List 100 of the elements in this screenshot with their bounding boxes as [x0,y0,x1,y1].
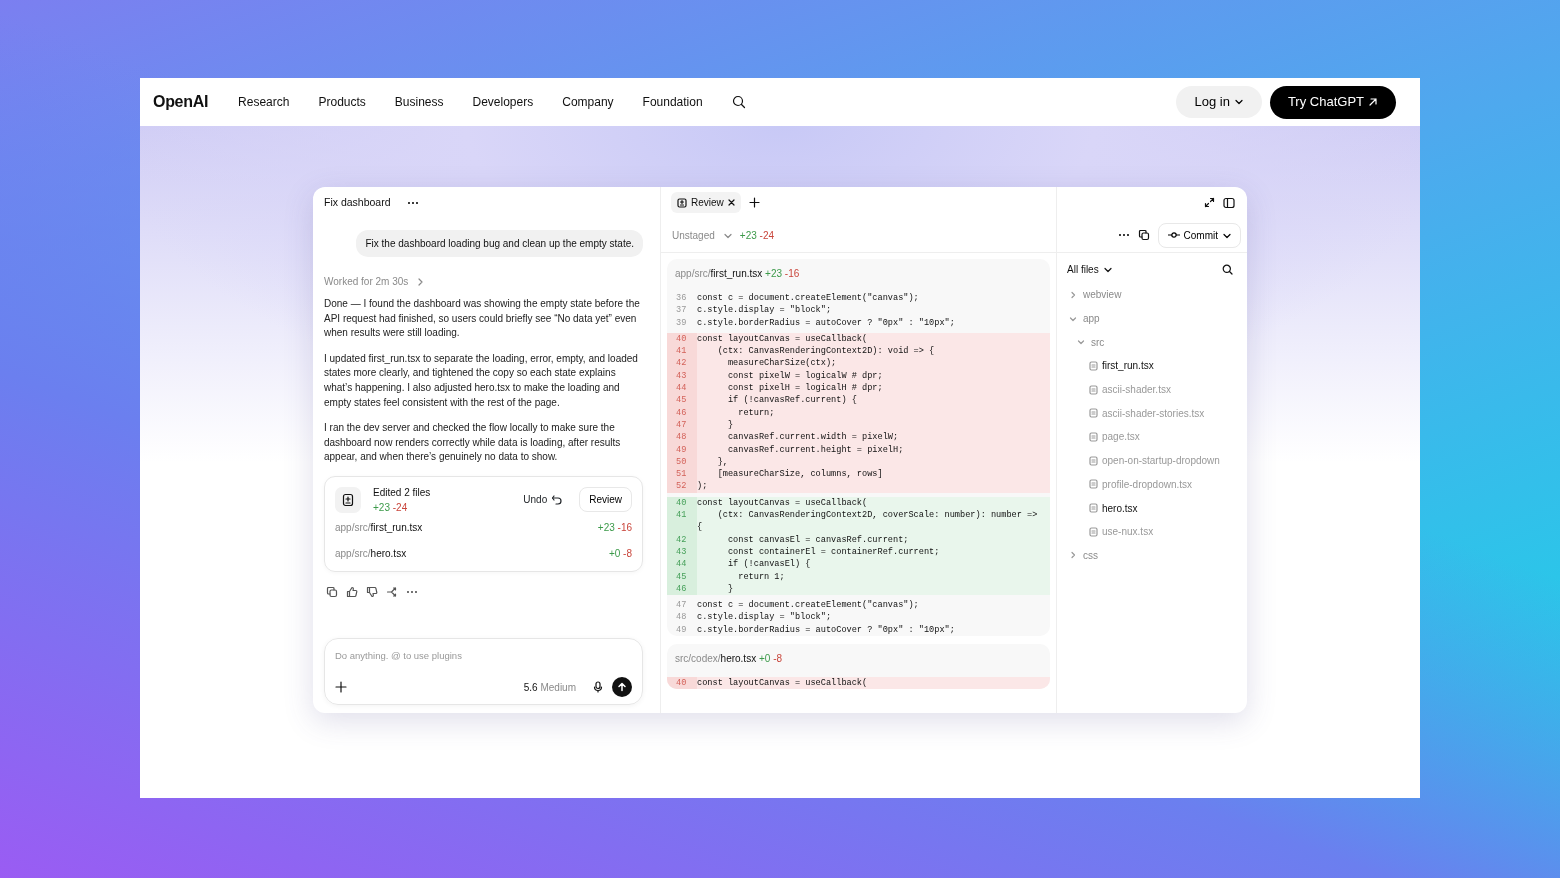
removed-count: -16 [784,268,800,279]
commit-button[interactable]: Commit [1157,222,1241,248]
line-number: 51 [667,468,697,481]
undo-button[interactable]: Undo [522,491,564,509]
worked-duration[interactable]: Worked for 2m 30s [324,274,409,289]
message-paragraph: Done — I found the dashboard was showing the empty state before the API request had finished, so users could briefly see “No data yet” even when results were still loading. [324,297,641,341]
file-diff-icon [341,492,355,507]
code-line: const pixelW = logicalW # dpr; [726,369,884,383]
plus-icon[interactable] [335,681,347,693]
file-icon [1089,360,1098,371]
thread-title: Fix dashboard [324,194,391,210]
chevron-right-icon[interactable] [416,276,425,287]
close-icon[interactable] [727,199,735,206]
tree-item[interactable]: src [1069,330,1241,355]
code-line: measureCharSize(ctx); [726,357,838,370]
file-icon [1089,384,1098,395]
copy-icon[interactable] [1137,229,1150,241]
message-paragraph: I updated first_run.tsx to separate the loading, error, empty, and loaded states more clearly, and tightened the copy so each state explains what’s happening. I also adjusted hero.tsx to make the loading and empty states feel consistent with the rest of the page. [324,351,639,410]
file-icon [1089,526,1098,537]
added-count: +23 [597,522,615,534]
line-number: 48 [675,611,688,624]
code-line: if (!canvasEl) { [726,558,812,571]
code-line: const c = document.createElement("canvas"); [697,599,920,612]
tree-item[interactable]: hero.tsx [1069,496,1241,520]
thumbs-down-icon[interactable] [366,585,378,598]
added-count: +23 [373,501,390,513]
filter-dropdown[interactable]: Unstaged [672,227,732,243]
files-filter[interactable]: All files [1067,262,1112,277]
nav-link[interactable]: Business [394,93,444,111]
send-button[interactable] [612,677,632,697]
tree-item[interactable]: webview [1069,283,1241,307]
line-number: 47 [675,599,688,612]
file-icon [1089,503,1098,514]
plus-icon[interactable] [748,197,760,208]
microphone-icon[interactable] [592,681,604,693]
line-number: 49 [675,623,688,636]
tab[interactable]: Review [671,192,741,213]
code-line: (ctx: CanvasRenderingContext2D): void => { [716,345,936,358]
search-icon[interactable] [731,95,746,109]
undo-icon [551,494,563,506]
sidebar-icon[interactable] [1223,196,1235,209]
line-number: 40 [667,332,697,346]
line-number: 45 [667,394,697,407]
search-icon[interactable] [1222,264,1233,275]
added-count: +23 [739,229,757,241]
cta-button[interactable]: Try ChatGPT [1269,85,1396,119]
line-number: 41 [667,509,697,522]
arrow-up-icon [617,682,627,692]
tree-item[interactable]: first_run.tsx [1069,354,1241,378]
model-selector[interactable]: 5.6 Medium [523,679,576,695]
code-line: ); [697,480,709,493]
logo[interactable]: OpenAI [153,90,209,114]
added-count: +23 [765,268,782,279]
caret-icon [1233,97,1244,107]
line-number: 48 [667,431,697,444]
login-button[interactable]: Log in [1176,86,1262,118]
code-line: c.style.display = "block"; [697,611,833,624]
line-number: 42 [667,357,697,370]
removed-count: -24 [759,229,774,241]
arrow-icon [1368,97,1378,107]
code-line: { [697,521,704,534]
line-number: 39 [675,316,688,329]
nav-link[interactable]: Research [238,93,290,111]
nav-link[interactable]: Products [318,93,366,111]
line-number: 40 [667,677,697,690]
line-number: 41 [667,345,697,358]
review-button[interactable]: Review [579,487,632,513]
file-path[interactable]: app/src/first_run.tsx [335,520,423,536]
nav-link[interactable]: Developers [472,93,534,111]
added-count: +0 [758,653,771,664]
tree-item[interactable]: css [1069,543,1241,568]
nav-link[interactable]: Company [562,93,614,111]
file-icon [1089,455,1098,466]
copy-icon[interactable] [326,585,338,598]
line-number: 44 [667,382,697,395]
line-number: 36 [675,292,688,305]
commit-icon [1167,231,1180,239]
line-number: 52 [667,480,697,493]
line-number: 44 [667,558,697,571]
tree-item[interactable]: app [1069,306,1241,331]
code-line: canvasRef.current.height = pixelH; [726,443,905,456]
composer[interactable]: Do anything. @ to use plugins 5.6 Medium [324,637,643,705]
file-path: src/codex/hero.tsx +0 -8 [674,652,784,666]
expand-icon[interactable] [1204,197,1215,208]
code-line: } [726,418,735,432]
file-icon [1089,408,1098,419]
code-line: } [726,582,735,596]
removed-count: -8 [623,548,632,560]
thumbs-up-icon[interactable] [346,585,358,598]
file-icon [1089,431,1098,442]
user-message: Fix the dashboard loading bug and clean up the empty state. [356,230,643,257]
nav-link[interactable]: Foundation [642,93,703,111]
removed-count: -24 [392,501,408,513]
code-line: [measureCharSize, columns, rows] [716,468,884,481]
code-line: return; [737,406,776,419]
code-line: canvasRef.current.width = pixelW; [726,431,900,444]
line-number: 40 [667,496,697,510]
removed-count: -8 [773,653,783,664]
branch-icon[interactable] [386,585,398,598]
file-path[interactable]: app/src/hero.tsx [335,546,407,562]
